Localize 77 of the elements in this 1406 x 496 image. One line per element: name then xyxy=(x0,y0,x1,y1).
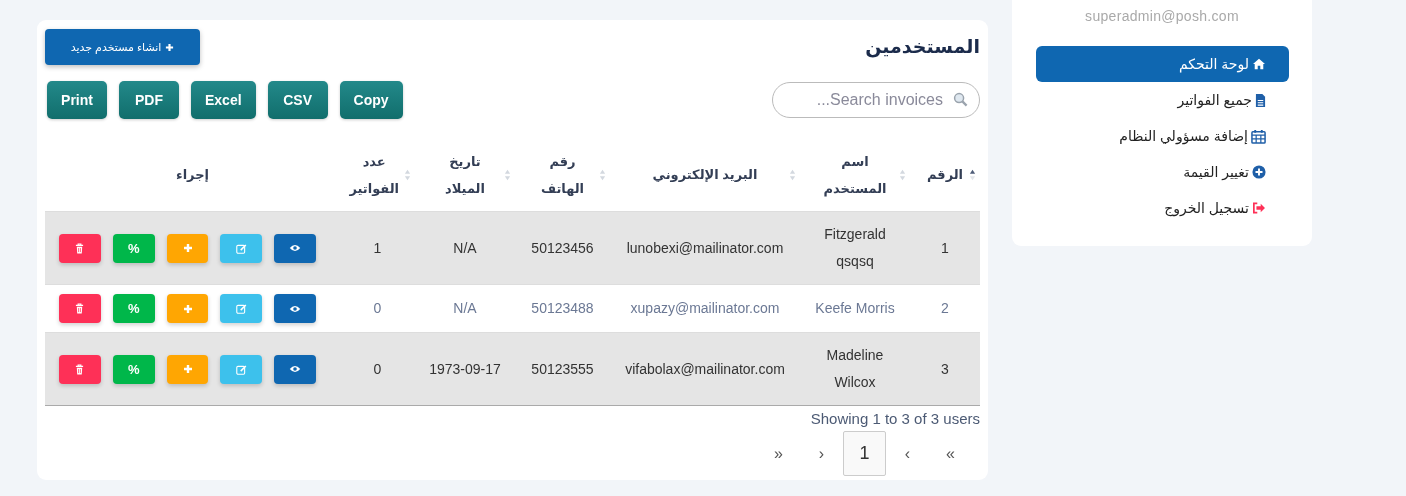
table-cell: Madeline Wilcox xyxy=(800,332,910,406)
sort-icon[interactable] xyxy=(969,167,976,182)
table-cell: 50123555 xyxy=(515,332,610,406)
eye-icon xyxy=(289,365,302,373)
table-cell: 0 xyxy=(340,332,415,406)
table-cell: 1 xyxy=(340,211,415,285)
table-cell: 50123456 xyxy=(515,211,610,285)
edit-button[interactable] xyxy=(220,233,263,263)
column-header[interactable]: البريد الإلكتروني xyxy=(610,138,800,212)
sidebar-item[interactable]: إضافة مسؤولي النظام xyxy=(1036,118,1289,154)
calendar-icon xyxy=(1251,128,1266,144)
column-header[interactable]: تاريخ الميلاد xyxy=(415,138,515,212)
column-header[interactable]: رقم الهاتف xyxy=(515,138,610,212)
table-cell: 1973-09-17 xyxy=(415,332,515,406)
plus-icon xyxy=(165,42,175,52)
export-button[interactable]: Copy xyxy=(339,81,403,119)
view-button[interactable] xyxy=(274,233,316,263)
search-field[interactable]: Search invoices... xyxy=(772,82,980,118)
table-cell: 0 xyxy=(340,284,415,333)
delete-button[interactable] xyxy=(59,294,101,323)
delete-button[interactable] xyxy=(59,354,101,384)
column-header[interactable]: اسم المستخدم xyxy=(800,138,910,212)
table-cell: N/A xyxy=(415,284,515,333)
table-cell: 3 xyxy=(910,332,980,406)
sidebar-item[interactable]: لوحة التحكم xyxy=(1036,46,1289,82)
table-info: Showing 1 to 3 of 3 users xyxy=(810,410,980,427)
page-button[interactable]: » xyxy=(929,431,972,476)
trash-icon xyxy=(75,363,85,375)
column-header[interactable]: إجراء xyxy=(45,138,340,212)
edit-icon xyxy=(235,303,247,314)
export-button[interactable]: Excel xyxy=(191,81,256,119)
page-button[interactable]: « xyxy=(757,431,800,476)
table-cell: 1 xyxy=(910,211,980,285)
view-button[interactable] xyxy=(274,294,316,323)
sidebar-item[interactable]: جميع الفواتير xyxy=(1036,82,1289,118)
page-button[interactable]: 1 xyxy=(843,431,886,476)
add-button[interactable] xyxy=(166,233,209,263)
edit-icon xyxy=(235,363,247,375)
view-button[interactable] xyxy=(274,354,316,384)
eye-icon xyxy=(289,304,302,313)
sidebar-item[interactable]: تغيير القيمة xyxy=(1036,154,1289,190)
page-title: المستخدمين xyxy=(865,35,980,58)
export-button[interactable]: Print xyxy=(47,81,107,119)
edit-button[interactable] xyxy=(220,294,263,323)
home-icon xyxy=(1252,58,1266,70)
user-email: superadmin@posh.com xyxy=(1084,8,1240,24)
edit-button[interactable] xyxy=(220,354,263,384)
sidebar-item[interactable]: تسجيل الخروج xyxy=(1036,190,1289,226)
trash-icon xyxy=(75,242,85,254)
delete-button[interactable] xyxy=(59,233,101,263)
table-cell: N/A xyxy=(415,211,515,285)
create-user-button[interactable]: انشاء مستخدم جديد xyxy=(45,29,200,65)
table-cell: lunobexi@mailinator.com xyxy=(610,211,800,285)
page-button[interactable]: › xyxy=(886,431,929,476)
document-icon xyxy=(1255,92,1266,108)
add-button[interactable] xyxy=(166,354,209,384)
table-cell: xupazy@mailinator.com xyxy=(610,284,800,333)
plus-circle-icon xyxy=(1252,165,1266,179)
search-icon xyxy=(953,92,968,107)
table-cell: Keefe Morris xyxy=(800,284,910,333)
export-button[interactable]: PDF xyxy=(119,81,179,119)
table-cell: 50123488 xyxy=(515,284,610,333)
plus-icon xyxy=(182,364,193,374)
edit-icon xyxy=(235,242,247,254)
column-header[interactable]: عدد الفواتير xyxy=(340,138,415,212)
export-button[interactable]: CSV xyxy=(267,81,328,119)
page-button[interactable]: ‹ xyxy=(800,431,843,476)
column-header[interactable]: الرقم xyxy=(910,138,980,212)
exit-arrow-icon xyxy=(1252,202,1266,214)
table-cell: vifabolax@mailinator.com xyxy=(610,332,800,406)
add-button[interactable] xyxy=(166,294,209,323)
table-cell: 2 xyxy=(910,284,980,333)
plus-icon xyxy=(182,243,193,253)
eye-icon xyxy=(289,244,302,252)
plus-icon xyxy=(182,303,193,314)
trash-icon xyxy=(75,303,85,314)
table-cell: Fitzgerald qsqsq xyxy=(800,211,910,285)
